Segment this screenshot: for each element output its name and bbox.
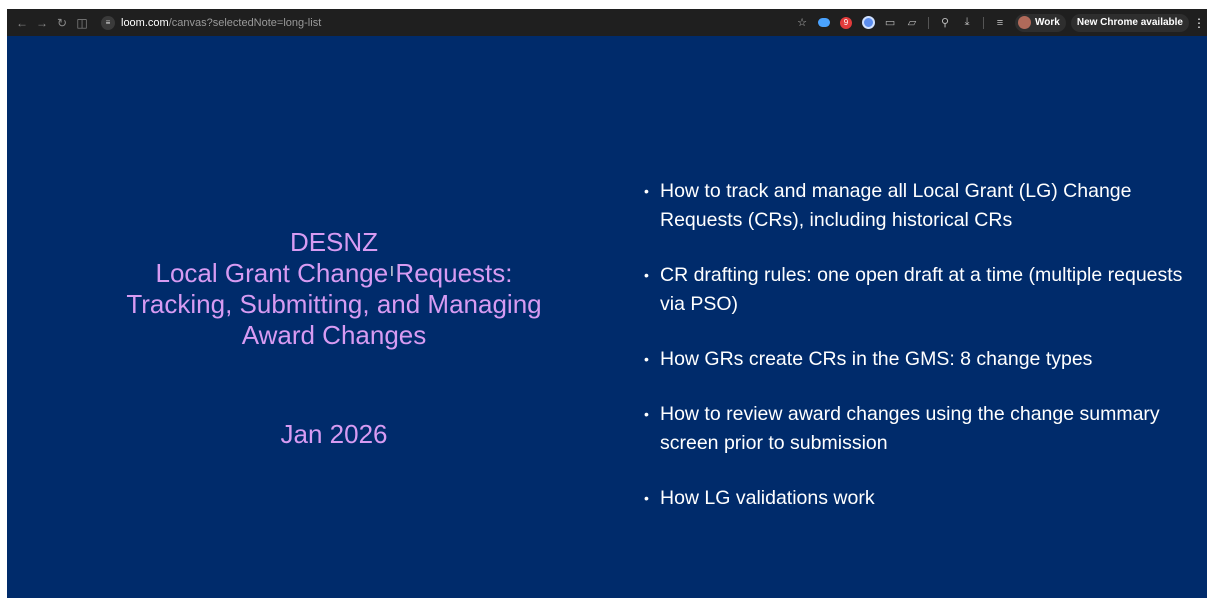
toolbar-separator [928, 16, 930, 29]
url-host: loom.com [121, 16, 169, 29]
address-bar[interactable]: loom.com/canvas?selectedNote=long-list [121, 17, 321, 29]
browser-toolbar: ← → ↻ ◫ ≡ loom.com/canvas?selectedNote=l… [7, 9, 1207, 36]
extension-chrome-icon[interactable] [860, 14, 876, 32]
title-line: DESNZ [289, 227, 379, 257]
url-path: /canvas?selectedNote=long-list [168, 16, 322, 29]
reload-icon[interactable]: ↻ [53, 14, 71, 32]
screen-frame: ← → ↻ ◫ ≡ loom.com/canvas?selectedNote=l… [7, 9, 1207, 598]
back-icon[interactable]: ← [13, 14, 31, 32]
toolbar-separator [983, 16, 985, 29]
extension-badge-count: 9 [840, 16, 853, 29]
forward-icon[interactable]: → [33, 14, 51, 32]
cast-icon[interactable]: ▭ [882, 14, 898, 32]
title-line: Award Changes [241, 320, 427, 350]
bullet-item: How GRs create CRs in the GMS: 8 change … [644, 345, 1184, 374]
slide-title: DESNZ Local Grant Change Requests: Track… [69, 227, 599, 351]
extension-cloud-icon[interactable] [816, 14, 832, 32]
title-line: Tracking, Submitting, and Managing [126, 289, 542, 319]
extension-badge-icon[interactable]: 9 [838, 14, 854, 32]
reading-list-icon[interactable]: ≡ [992, 14, 1008, 32]
avatar [1018, 16, 1032, 29]
menu-dots-icon[interactable]: ⋮ [1193, 16, 1205, 30]
update-label: New Chrome available [1076, 17, 1183, 28]
bullet-item: How to track and manage all Local Grant … [644, 177, 1184, 235]
profile-button[interactable]: Work [1015, 13, 1066, 32]
bullet-item: How to review award changes using the ch… [644, 400, 1184, 458]
profile-label: Work [1035, 17, 1060, 28]
bookmark-star-icon[interactable]: ☆ [794, 14, 810, 32]
bullet-list: How to track and manage all Local Grant … [644, 177, 1184, 539]
text-cursor-icon: I [390, 265, 394, 280]
update-chrome-button[interactable]: New Chrome available [1070, 13, 1189, 32]
side-panel-icon[interactable]: ◫ [73, 14, 91, 32]
extensions-puzzle-icon[interactable]: ▱ [904, 14, 920, 32]
slide-date: Jan 2026 [280, 419, 388, 449]
bullet-item: How LG validations work [644, 484, 1184, 513]
download-icon[interactable]: ⤓ [959, 14, 975, 32]
title-line: Local Grant Change Requests: [155, 258, 513, 288]
site-info-icon[interactable]: ≡ [101, 15, 115, 30]
bullet-item: CR drafting rules: one open draft at a t… [644, 261, 1184, 319]
password-key-icon[interactable]: ⚲ [937, 14, 953, 32]
